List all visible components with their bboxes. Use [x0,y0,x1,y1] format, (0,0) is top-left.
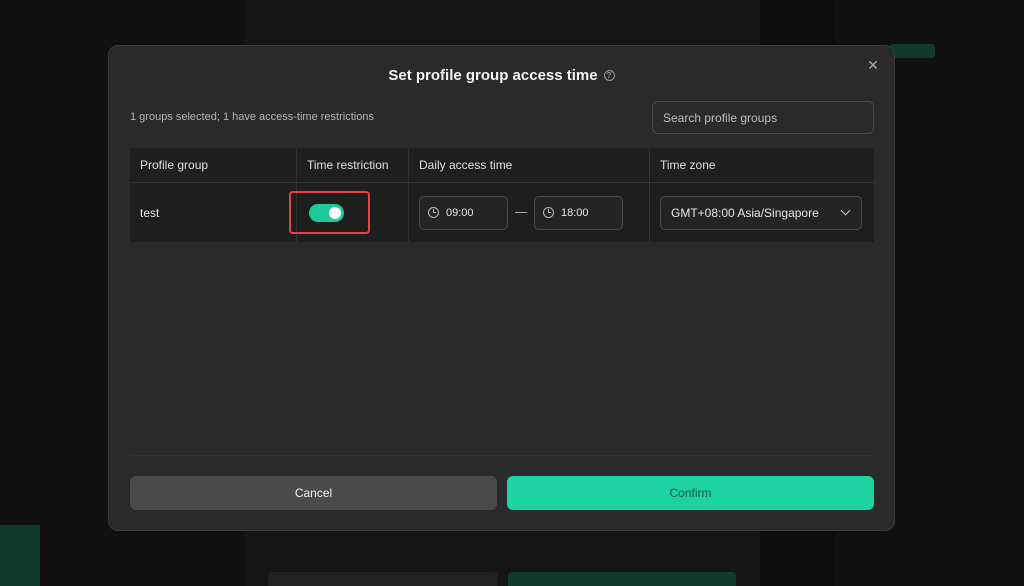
background-accent [0,525,40,586]
footer-divider [130,455,874,456]
start-time-value: 09:00 [446,206,474,219]
close-icon[interactable]: ✕ [866,58,880,72]
time-zone-value: GMT+08:00 Asia/Singapore [671,205,819,220]
column-header-profile-group: Profile group [130,148,297,182]
profile-group-name: test [130,183,297,242]
toggle-highlight [289,191,370,234]
clock-icon [428,207,439,218]
help-icon[interactable]: ? [603,70,615,81]
end-time-value: 18:00 [561,206,589,219]
background-accent [890,44,935,58]
selection-summary: 1 groups selected; 1 have access-time re… [130,111,374,123]
access-time-dialog: Set profile group access time ? ✕ 1 grou… [108,45,895,531]
table-header: Profile group Time restriction Daily acc… [130,148,874,183]
background-accent [508,572,736,586]
profile-group-table: Profile group Time restriction Daily acc… [130,148,874,242]
dialog-title: Set profile group access time [388,67,598,84]
start-time-picker[interactable]: 09:00 [419,195,508,230]
end-time-picker[interactable]: 18:00 [534,195,623,230]
column-header-time-restriction: Time restriction [297,148,409,182]
background-button [268,572,498,586]
column-header-time-zone: Time zone [660,158,716,172]
confirm-button[interactable]: Confirm [507,476,874,510]
search-input[interactable] [652,101,874,134]
table-row: test 09:00 18:00 GMT+08:00 Asia/Singapor… [130,183,874,242]
time-zone-select[interactable]: GMT+08:00 Asia/Singapore [660,195,862,230]
column-header-daily-access-time: Daily access time [409,148,650,182]
cancel-button[interactable]: Cancel [130,476,497,510]
toggle-knob [329,206,341,219]
clock-icon [543,207,554,218]
time-range-separator [515,212,527,213]
time-restriction-toggle[interactable] [309,203,344,222]
chevron-down-icon [840,205,851,216]
